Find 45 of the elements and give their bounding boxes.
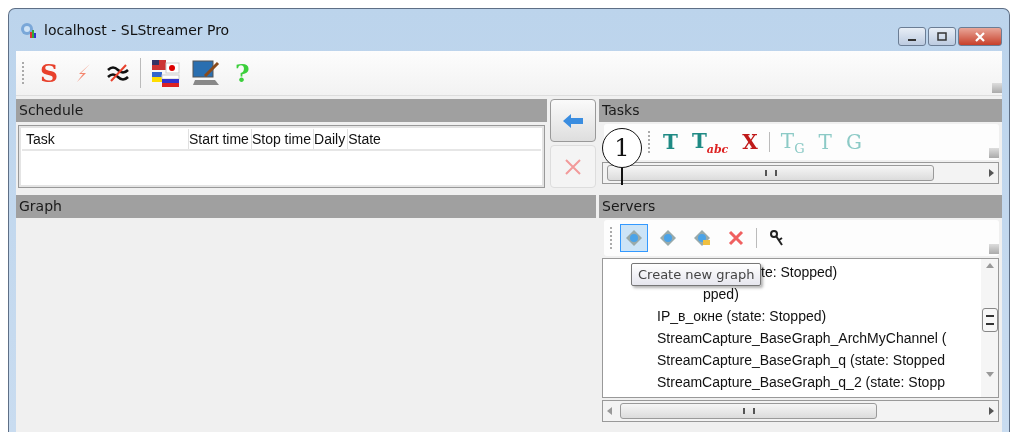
diamond-icon bbox=[625, 229, 643, 247]
column-header[interactable]: Stop time bbox=[251, 129, 315, 149]
column-header[interactable]: State bbox=[348, 129, 541, 149]
close-button[interactable] bbox=[958, 27, 1002, 46]
panel-header: Schedule bbox=[16, 99, 547, 122]
arrow-left-icon bbox=[562, 112, 584, 129]
cross-icon bbox=[728, 230, 744, 246]
server-item[interactable]: te: Stopped) bbox=[761, 261, 838, 283]
horizontal-scrollbar[interactable] bbox=[602, 162, 999, 184]
server-item[interactable]: IP_в_окне (state: Stopped) bbox=[657, 305, 827, 327]
column-header[interactable]: Daily bbox=[314, 129, 349, 149]
task-tool-button[interactable]: T$_{abc}$ bbox=[688, 128, 732, 156]
toolbar-overflow-icon[interactable] bbox=[989, 148, 999, 158]
horizontal-scrollbar[interactable] bbox=[602, 400, 999, 422]
column-header[interactable]: Task bbox=[22, 129, 189, 149]
diamond-icon bbox=[693, 229, 711, 247]
key-icon bbox=[769, 229, 785, 247]
toolbar-button[interactable]: S bbox=[36, 58, 63, 88]
task-tool-button[interactable]: T bbox=[660, 130, 681, 154]
diamond-icon bbox=[659, 229, 677, 247]
minimize-icon bbox=[908, 38, 916, 41]
monitor-pen-icon[interactable] bbox=[191, 58, 222, 88]
flags-icon[interactable] bbox=[151, 58, 182, 88]
maximize-button[interactable] bbox=[928, 27, 956, 46]
column-header[interactable]: Start time bbox=[189, 129, 252, 149]
maximize-icon bbox=[937, 31, 947, 42]
server-item[interactable]: StreamCapture_BaseGraph_q_2 (state: Stopp bbox=[657, 371, 945, 393]
tooltip: Create new graph bbox=[631, 263, 762, 286]
panel-header: Graph bbox=[16, 195, 596, 218]
toolbar-overflow-icon[interactable] bbox=[989, 244, 999, 254]
toolbar-overflow-icon[interactable] bbox=[992, 83, 1002, 93]
server-item[interactable]: StreamCapture_BaseGraph_ArchMyChannel ( bbox=[657, 327, 947, 349]
cross-icon bbox=[564, 157, 582, 176]
vertical-scrollbar[interactable] bbox=[981, 259, 998, 397]
leader-line bbox=[621, 168, 623, 185]
server-item[interactable]: pped) bbox=[703, 283, 739, 305]
minimize-button[interactable] bbox=[898, 27, 926, 46]
move-left-button[interactable] bbox=[550, 99, 596, 142]
panel-header: Tasks bbox=[599, 99, 1002, 122]
server-item[interactable]: StreamCapture_BaseGraph_q (state: Stopped bbox=[657, 349, 945, 371]
task-tool-button[interactable]: X bbox=[739, 130, 761, 154]
close-icon bbox=[974, 31, 986, 42]
app-icon bbox=[18, 20, 38, 40]
window-title: localhost - SLStreamer Pro bbox=[44, 22, 230, 38]
panel-header: Servers bbox=[599, 195, 1002, 218]
